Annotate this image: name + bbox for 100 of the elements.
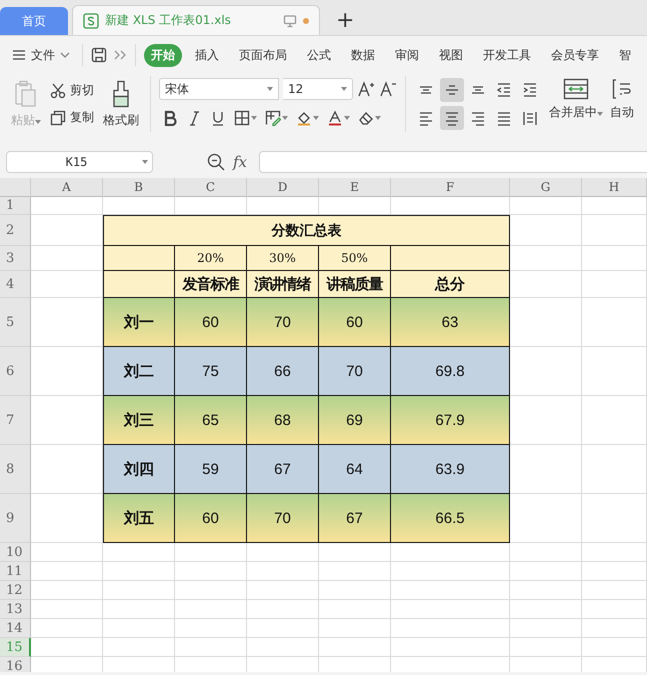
row-header[interactable]: 10 <box>0 543 31 562</box>
grid-cell[interactable] <box>175 619 247 638</box>
grid-cell[interactable] <box>31 396 103 445</box>
grid-cell[interactable] <box>247 638 319 657</box>
grid-cell[interactable] <box>510 638 582 657</box>
grid-cell[interactable] <box>175 543 247 562</box>
grid-cell[interactable] <box>582 347 647 396</box>
merge-center-button[interactable]: 合并居中 <box>546 74 606 136</box>
select-all-corner[interactable] <box>0 178 31 197</box>
grid-cell[interactable] <box>247 581 319 600</box>
ribbon-tab[interactable]: 插入 <box>188 44 226 66</box>
ribbon-tab[interactable]: 开始 <box>144 44 182 66</box>
grid-cell[interactable] <box>175 638 247 657</box>
home-tab[interactable]: 首页 <box>0 7 68 35</box>
grid-cell[interactable] <box>510 445 582 494</box>
grid-cell[interactable] <box>175 600 247 619</box>
row-header[interactable]: 1 <box>0 197 31 215</box>
grid-cell[interactable] <box>582 619 647 638</box>
grid-cell[interactable] <box>582 271 647 298</box>
grid-cell[interactable] <box>247 197 319 215</box>
grid-cell[interactable] <box>319 581 391 600</box>
grid-cell[interactable] <box>510 494 582 543</box>
grid-cell[interactable] <box>510 581 582 600</box>
copy-button[interactable]: 复制 <box>48 107 96 128</box>
grid-cell[interactable] <box>247 562 319 581</box>
row-header[interactable]: 14 <box>0 619 31 638</box>
grid-cell[interactable] <box>247 543 319 562</box>
grid-cell[interactable] <box>31 197 103 215</box>
grid-cell[interactable] <box>103 600 175 619</box>
grid-cell[interactable] <box>31 215 103 246</box>
grow-font-icon[interactable] <box>357 80 375 98</box>
more-icon[interactable] <box>113 49 127 61</box>
grid-cell[interactable] <box>391 581 510 600</box>
grid-cell[interactable] <box>31 347 103 396</box>
grid-cell[interactable] <box>391 600 510 619</box>
column-header[interactable]: C <box>175 178 247 197</box>
ribbon-tab[interactable]: 审阅 <box>388 44 426 66</box>
save-icon[interactable] <box>91 47 107 63</box>
grid-cell[interactable] <box>175 562 247 581</box>
grid-cell[interactable] <box>319 197 391 215</box>
grid-cell[interactable] <box>319 600 391 619</box>
align-center-button[interactable] <box>440 106 464 130</box>
grid-cell[interactable] <box>391 543 510 562</box>
grid-cell[interactable] <box>582 600 647 619</box>
grid-cell[interactable] <box>319 638 391 657</box>
grid-cell[interactable] <box>31 619 103 638</box>
grid-cell[interactable] <box>175 581 247 600</box>
ribbon-tab[interactable]: 视图 <box>432 44 470 66</box>
zoom-out-icon[interactable] <box>207 153 225 171</box>
grid-cell[interactable] <box>582 298 647 347</box>
row-header[interactable]: 12 <box>0 581 31 600</box>
ribbon-tab[interactable]: 公式 <box>300 44 338 66</box>
grid-cell[interactable] <box>31 543 103 562</box>
grid-cell[interactable] <box>510 347 582 396</box>
grid-cell[interactable] <box>103 543 175 562</box>
grid-cell[interactable] <box>582 543 647 562</box>
grid-cell[interactable] <box>510 246 582 271</box>
grid-cell[interactable] <box>510 396 582 445</box>
column-header[interactable]: F <box>391 178 510 197</box>
grid-cell[interactable] <box>582 562 647 581</box>
grid-cell[interactable] <box>103 619 175 638</box>
grid-cell[interactable] <box>103 562 175 581</box>
align-middle-button[interactable] <box>440 78 464 102</box>
grid-cell[interactable] <box>31 271 103 298</box>
row-header[interactable]: 13 <box>0 600 31 619</box>
grid-cell[interactable] <box>510 600 582 619</box>
grid-cell[interactable] <box>319 543 391 562</box>
format-painter-button[interactable]: 格式刷 <box>100 76 142 133</box>
font-size-select[interactable]: 12 <box>283 78 353 100</box>
grid-cell[interactable] <box>510 543 582 562</box>
grid-cell[interactable] <box>31 600 103 619</box>
grid-cell[interactable] <box>391 638 510 657</box>
column-header[interactable]: B <box>103 178 175 197</box>
row-header[interactable]: 7 <box>0 396 31 445</box>
grid-cell[interactable] <box>582 638 647 657</box>
grid-cell[interactable] <box>510 298 582 347</box>
grid-cell[interactable] <box>31 298 103 347</box>
row-header[interactable]: 5 <box>0 298 31 347</box>
column-header[interactable]: D <box>247 178 319 197</box>
grid-cell[interactable] <box>510 215 582 246</box>
grid-cell[interactable] <box>247 619 319 638</box>
grid-cell[interactable] <box>103 638 175 657</box>
grid-cell[interactable] <box>510 197 582 215</box>
ribbon-tab[interactable]: 智 <box>612 44 638 66</box>
row-header[interactable]: 6 <box>0 347 31 396</box>
ribbon-tab[interactable]: 数据 <box>344 44 382 66</box>
row-header[interactable]: 4 <box>0 271 31 298</box>
grid-cell[interactable] <box>510 562 582 581</box>
grid-cell[interactable] <box>510 271 582 298</box>
grid-cell[interactable] <box>319 619 391 638</box>
row-header[interactable]: 3 <box>0 246 31 271</box>
grid-cell[interactable] <box>31 581 103 600</box>
grid-cell[interactable] <box>103 197 175 215</box>
formula-input[interactable] <box>259 151 647 173</box>
wrap-text-button[interactable]: 自动 <box>610 74 634 136</box>
grid-cell[interactable] <box>31 562 103 581</box>
grid-cell[interactable] <box>319 562 391 581</box>
grid-cell[interactable] <box>582 215 647 246</box>
column-header[interactable]: E <box>319 178 391 197</box>
shrink-font-icon[interactable] <box>379 80 397 98</box>
